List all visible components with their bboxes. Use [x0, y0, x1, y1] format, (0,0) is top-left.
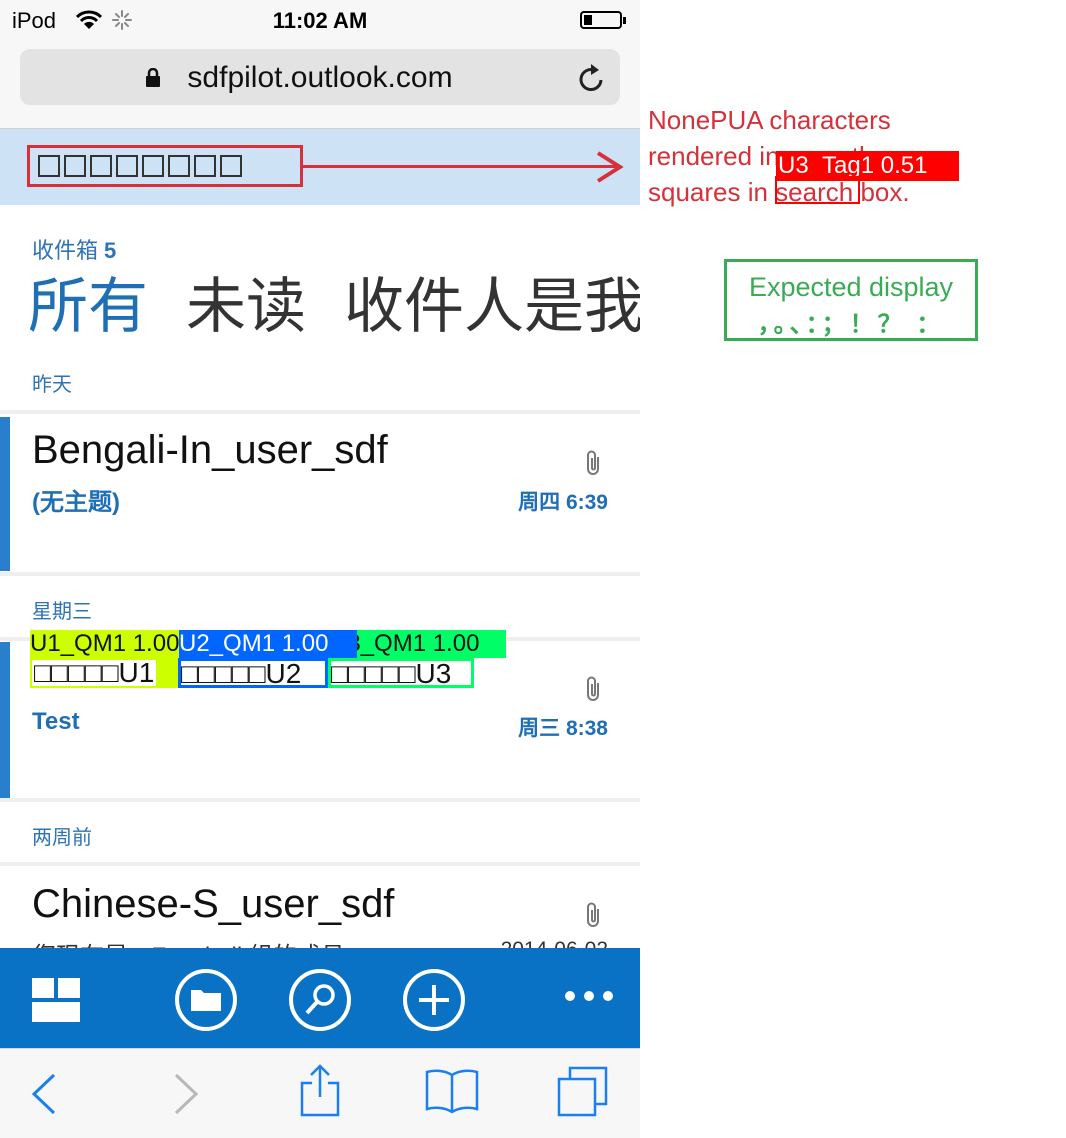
unread-indicator: [0, 642, 10, 798]
address-bar[interactable]: sdfpilot.outlook.com: [20, 49, 620, 105]
square-glyph: [142, 155, 164, 177]
folder-icon[interactable]: [174, 968, 238, 1032]
square-glyph: [168, 155, 190, 177]
attachment-icon: [587, 902, 599, 927]
phone-screen: iPod 11:02 AM sdfpilot.outlook.com 收件箱 5…: [0, 0, 640, 1138]
pivot-to-me[interactable]: 收件人是我: [344, 273, 640, 340]
status-bar: iPod 11:02 AM: [0, 0, 640, 40]
apps-icon[interactable]: [32, 978, 80, 1022]
search-input[interactable]: [27, 145, 303, 187]
compose-icon[interactable]: [402, 968, 466, 1032]
tabs-icon[interactable]: [556, 1065, 610, 1117]
sender-part-u3: □□□□□U3: [328, 658, 474, 688]
divider: [0, 862, 640, 866]
square-glyph: [116, 155, 138, 177]
message-sender: Chinese-S_user_sdf: [32, 882, 395, 926]
search-word-highlight: [775, 176, 860, 204]
square-glyph: [64, 155, 86, 177]
u2-label-tag: U2_QM1 1.00: [179, 630, 357, 658]
annotation-arrow: [303, 165, 621, 168]
search-icon[interactable]: [288, 968, 352, 1032]
message-subject: Test: [32, 708, 80, 735]
sender-part-u1: □□□□□U1: [30, 658, 180, 688]
reload-icon[interactable]: [578, 63, 606, 93]
sender-part-u2-text: □□□□□U2: [181, 658, 302, 688]
message-time: 周三 8:38: [518, 717, 608, 740]
share-icon[interactable]: [298, 1063, 342, 1117]
group-header-yesterday: 昨天: [32, 374, 72, 396]
square-glyph: [194, 155, 216, 177]
attachment-icon: [587, 450, 599, 475]
group-header-wednesday: 星期三: [32, 601, 92, 623]
group-header-two-weeks: 两周前: [32, 827, 92, 849]
search-strip: [0, 129, 640, 205]
expected-display-title: Expected display: [748, 272, 954, 302]
sender-part-u2: □□□□□U2: [178, 658, 328, 688]
clock: 11:02 AM: [272, 8, 368, 33]
arrow-head-icon: [596, 151, 624, 183]
expected-characters: ，。、：；！？ ：: [757, 311, 945, 338]
pivot-bar: 所有 未读 收件人是我: [28, 258, 640, 345]
back-icon[interactable]: [30, 1073, 58, 1115]
battery-icon: [580, 11, 626, 29]
forward-icon[interactable]: [172, 1073, 200, 1115]
browser-url-area: sdfpilot.outlook.com: [0, 40, 640, 129]
message-time: 周四 6:39: [518, 491, 608, 514]
bookmarks-icon[interactable]: [424, 1067, 480, 1115]
expected-display-box: Expected display ，。、：；！？ ：: [724, 259, 978, 341]
attachment-icon: [587, 676, 599, 701]
more-icon[interactable]: [564, 990, 614, 1002]
square-glyph: [90, 155, 112, 177]
sender-part-u1-text: □□□□□U1: [32, 658, 157, 688]
pivot-unread[interactable]: 未读: [186, 273, 306, 340]
message-subject: (无主题): [32, 489, 120, 516]
url-text: sdfpilot.outlook.com: [187, 61, 453, 94]
unread-indicator: [0, 417, 10, 571]
browser-toolbar: [0, 1048, 640, 1138]
app-bar: [0, 948, 640, 1048]
divider: [0, 798, 640, 802]
square-glyph: [38, 155, 60, 177]
message-sender: Bengali-In_user_sdf: [32, 428, 388, 472]
sender-part-u3-text: □□□□□U3: [331, 658, 452, 688]
divider: [0, 572, 640, 576]
divider: [0, 410, 640, 414]
square-glyph: [220, 155, 242, 177]
pivot-all[interactable]: 所有: [28, 273, 148, 340]
